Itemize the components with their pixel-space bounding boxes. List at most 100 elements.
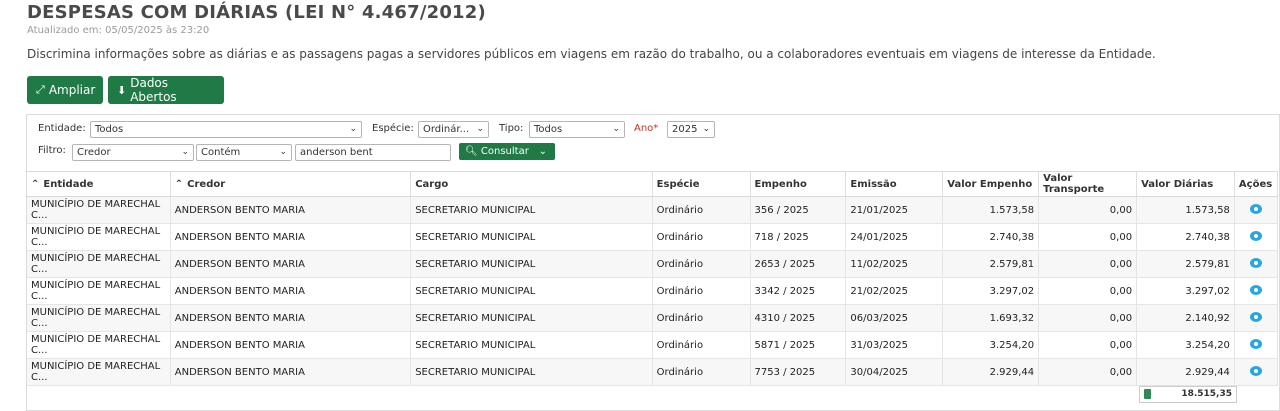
entidade-select[interactable]: Todos ⌄ bbox=[90, 121, 362, 138]
eye-icon[interactable] bbox=[1249, 338, 1262, 349]
cell-acoes bbox=[1234, 331, 1279, 359]
eye-icon[interactable] bbox=[1249, 230, 1262, 241]
header-empenho[interactable]: Empenho bbox=[750, 171, 847, 197]
header-valor-diarias[interactable]: Valor Diárias bbox=[1136, 171, 1235, 197]
cell-valor-diarias: 2.929,44 bbox=[1136, 358, 1235, 386]
cell-especie: Ordinário bbox=[652, 358, 751, 386]
header-emissao[interactable]: Emissão bbox=[845, 171, 944, 197]
page-description: Discrimina informações sobre as diárias … bbox=[27, 47, 1156, 61]
cell-valor-diarias: 3.297,02 bbox=[1136, 277, 1235, 305]
eye-icon[interactable] bbox=[1249, 365, 1262, 376]
cell-credor: ANDERSON BENTO MARIA bbox=[170, 358, 412, 386]
entidade-label: Entidade: bbox=[38, 123, 86, 134]
header-credor[interactable]: ⌃ Credor bbox=[170, 171, 412, 197]
cell-valor-empenho: 3.254,20 bbox=[942, 331, 1040, 359]
chevron-down-icon: ⌄ bbox=[702, 124, 710, 134]
filtro-text-input[interactable]: anderson bent bbox=[295, 144, 451, 161]
cell-acoes bbox=[1234, 358, 1279, 386]
header-label: Credor bbox=[187, 178, 226, 190]
cell-emissao: 21/02/2025 bbox=[845, 277, 944, 305]
cell-emissao: 24/01/2025 bbox=[845, 223, 944, 251]
expand-icon: ⤢ bbox=[36, 83, 45, 96]
cell-entidade: MUNICÍPIO DE MARECHAL C... bbox=[27, 331, 171, 359]
header-valor-empenho[interactable]: Valor Empenho bbox=[942, 171, 1040, 197]
cell-valor-transporte: 0,00 bbox=[1038, 358, 1138, 386]
cell-cargo: SECRETARIO MUNICIPAL bbox=[410, 250, 653, 278]
cell-valor-empenho: 2.740,38 bbox=[942, 223, 1040, 251]
tipo-label: Tipo: bbox=[499, 123, 524, 134]
cell-valor-empenho: 1.693,32 bbox=[942, 304, 1040, 332]
header-label: Emissão bbox=[850, 178, 897, 190]
cell-valor-empenho: 3.297,02 bbox=[942, 277, 1040, 305]
chevron-down-icon: ⌄ bbox=[349, 124, 357, 134]
cell-emissao: 30/04/2025 bbox=[845, 358, 944, 386]
cell-cargo: SECRETARIO MUNICIPAL bbox=[410, 331, 653, 359]
table-row: MUNICÍPIO DE MARECHAL C... ANDERSON BENTO… bbox=[27, 358, 1279, 386]
ano-select[interactable]: 2025 ⌄ bbox=[667, 121, 715, 138]
dados-abertos-button[interactable]: ⬇ Dados Abertos bbox=[108, 76, 224, 104]
header-entidade[interactable]: ⌃ Entidade bbox=[27, 171, 171, 197]
cell-emissao: 31/03/2025 bbox=[845, 331, 944, 359]
eye-icon[interactable] bbox=[1249, 257, 1262, 268]
header-especie[interactable]: Espécie bbox=[652, 171, 751, 197]
cell-especie: Ordinário bbox=[652, 196, 751, 224]
diarias-table: ⌃ Entidade ⌃ Credor Cargo Espécie Empenho … bbox=[27, 171, 1279, 386]
sort-up-icon: ⌃ bbox=[174, 178, 184, 190]
filtro-field-select[interactable]: Credor ⌄ bbox=[72, 144, 194, 161]
cell-valor-diarias: 1.573,58 bbox=[1136, 196, 1235, 224]
cell-especie: Ordinário bbox=[652, 331, 751, 359]
cell-emissao: 11/02/2025 bbox=[845, 250, 944, 278]
sort-up-icon: ⌃ bbox=[31, 178, 40, 190]
cell-valor-diarias: 2.140,92 bbox=[1136, 304, 1235, 332]
dados-abertos-label: Dados Abertos bbox=[130, 76, 177, 104]
filtro-operator-select[interactable]: Contém ⌄ bbox=[196, 144, 292, 161]
cell-valor-empenho: 2.579,81 bbox=[942, 250, 1040, 278]
total-diarias-box: 18.515,35 bbox=[1139, 386, 1237, 403]
cell-credor: ANDERSON BENTO MARIA bbox=[170, 331, 412, 359]
table-row: MUNICÍPIO DE MARECHAL C... ANDERSON BENTO… bbox=[27, 223, 1279, 251]
cell-emissao: 21/01/2025 bbox=[845, 196, 944, 224]
tipo-select[interactable]: Todos ⌄ bbox=[529, 121, 625, 138]
ampliar-label: Ampliar bbox=[48, 83, 96, 97]
cell-empenho: 5871 / 2025 bbox=[750, 331, 847, 359]
cell-credor: ANDERSON BENTO MARIA bbox=[170, 277, 412, 305]
cell-emissao: 06/03/2025 bbox=[845, 304, 944, 332]
download-icon: ⬇ bbox=[117, 83, 127, 97]
header-acoes: Ações bbox=[1234, 171, 1279, 197]
cell-valor-transporte: 0,00 bbox=[1038, 331, 1138, 359]
table-row: MUNICÍPIO DE MARECHAL C... ANDERSON BENTO… bbox=[27, 277, 1279, 305]
consultar-button[interactable]: 🔍︎ Consultar ⌄ bbox=[459, 143, 555, 160]
cell-empenho: 2653 / 2025 bbox=[750, 250, 847, 278]
eye-icon[interactable] bbox=[1249, 203, 1262, 214]
especie-value: Ordinár... bbox=[423, 124, 470, 135]
ampliar-button[interactable]: ⤢ Ampliar bbox=[27, 76, 103, 104]
header-label: Ações bbox=[1238, 178, 1273, 190]
cell-credor: ANDERSON BENTO MARIA bbox=[170, 196, 412, 224]
cell-valor-diarias: 2.740,38 bbox=[1136, 223, 1235, 251]
cell-entidade: MUNICÍPIO DE MARECHAL C... bbox=[27, 277, 171, 305]
cell-empenho: 718 / 2025 bbox=[750, 223, 847, 251]
cell-entidade: MUNICÍPIO DE MARECHAL C... bbox=[27, 223, 171, 251]
cell-entidade: MUNICÍPIO DE MARECHAL C... bbox=[27, 304, 171, 332]
eye-icon[interactable] bbox=[1249, 284, 1262, 295]
eye-icon[interactable] bbox=[1249, 311, 1262, 322]
especie-label: Espécie: bbox=[372, 123, 414, 134]
filtro-operator-value: Contém bbox=[201, 147, 241, 158]
cell-cargo: SECRETARIO MUNICIPAL bbox=[410, 196, 653, 224]
table-row: MUNICÍPIO DE MARECHAL C... ANDERSON BENTO… bbox=[27, 196, 1279, 224]
cell-cargo: SECRETARIO MUNICIPAL bbox=[410, 358, 653, 386]
ano-label: Ano* bbox=[634, 123, 659, 134]
cell-acoes bbox=[1234, 196, 1279, 224]
header-valor-transporte[interactable]: Valor Transporte bbox=[1038, 171, 1138, 197]
table-header-row: ⌃ Entidade ⌃ Credor Cargo Espécie Empenho … bbox=[27, 171, 1279, 197]
cell-especie: Ordinário bbox=[652, 250, 751, 278]
cell-cargo: SECRETARIO MUNICIPAL bbox=[410, 223, 653, 251]
chevron-down-icon: ⌄ bbox=[612, 124, 620, 134]
chevron-down-icon: ⌄ bbox=[538, 146, 547, 157]
especie-select[interactable]: Ordinár... ⌄ bbox=[418, 121, 489, 138]
cell-credor: ANDERSON BENTO MARIA bbox=[170, 223, 412, 251]
header-cargo[interactable]: Cargo bbox=[410, 171, 653, 197]
header-label: Entidade bbox=[43, 178, 94, 190]
cell-cargo: SECRETARIO MUNICIPAL bbox=[410, 304, 653, 332]
tipo-value: Todos bbox=[534, 124, 563, 135]
